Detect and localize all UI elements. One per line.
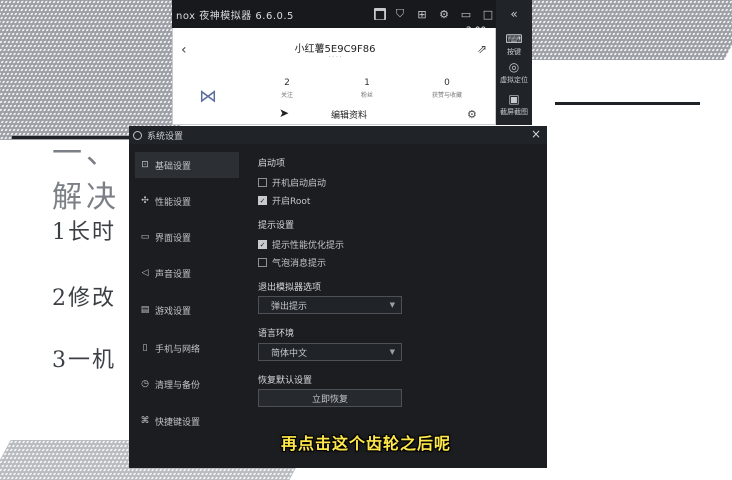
stat-label: 关注 bbox=[280, 92, 293, 99]
location-icon: ◎ bbox=[508, 60, 520, 74]
performance-icon: ✣ bbox=[141, 196, 149, 206]
nav-item-label: 性能设置 bbox=[155, 197, 192, 208]
section-title-exit: 退出模拟器选项 bbox=[258, 283, 322, 293]
nav-item-performance[interactable]: ✣ 性能设置 bbox=[135, 188, 239, 214]
dialog-header: 系统设置 × bbox=[129, 126, 547, 144]
option-bubble-tip[interactable]: 气泡消息提示 bbox=[258, 256, 326, 269]
stat-value: 2 bbox=[284, 78, 290, 88]
edit-profile-button[interactable]: 编辑资料 bbox=[331, 108, 367, 121]
chevron-down-icon: ▼ bbox=[389, 301, 395, 309]
settings-dialog: 系统设置 × ⊡ 基础设置 ✣ 性能设置 ▭ 界面设置 ◁ 声音设置 ▤ 游戏设… bbox=[129, 126, 547, 468]
status-time: 2:00 bbox=[466, 26, 487, 36]
nav-item-clean-backup[interactable]: ◷ 清理与备份 bbox=[135, 371, 239, 397]
root-checkbox[interactable]: ✓ bbox=[258, 196, 267, 205]
basic-settings-icon: ⊡ bbox=[141, 160, 149, 170]
chevron-down-icon: ▼ bbox=[389, 348, 395, 356]
shortcut-icon: ⌘ bbox=[140, 416, 150, 426]
sidebar-label: 截屏截图 bbox=[500, 108, 528, 116]
nav-item-basic[interactable]: ⊡ 基础设置 bbox=[135, 152, 239, 178]
sidebar-label: 虚拟定位 bbox=[500, 76, 528, 84]
nav-item-phone-network[interactable]: ▯ 手机与网络 bbox=[135, 335, 239, 361]
emulator-titlebar: nox 夜神模拟器 6.6.0.5 ■ ⛉ ⊞ ⚙ ▭ □ bbox=[172, 0, 500, 28]
slide-heading: 一、 bbox=[52, 136, 120, 171]
profile-subtext: · · · · bbox=[328, 54, 342, 61]
stat-following[interactable]: 2 关注 bbox=[257, 78, 317, 99]
select-value: 弹出提示 bbox=[271, 301, 308, 312]
slide-heading: 解决 bbox=[52, 180, 120, 215]
video-subtitle: 再点击这个齿轮之后呢 bbox=[280, 434, 451, 453]
gear-icon[interactable]: ⚙ bbox=[467, 108, 477, 121]
backup-icon: ◷ bbox=[141, 379, 149, 389]
section-title-tips: 提示设置 bbox=[258, 221, 295, 231]
decor-line bbox=[555, 102, 700, 105]
slide-point: 2修改 bbox=[52, 286, 116, 311]
option-boot-autostart[interactable]: 开机启动启动 bbox=[258, 176, 326, 189]
boot-autostart-checkbox[interactable] bbox=[258, 178, 267, 187]
section-title-startup: 启动项 bbox=[258, 159, 286, 169]
sidebar-button-keyboard[interactable]: ⌨ 按键 bbox=[496, 32, 532, 57]
nav-item-label: 基础设置 bbox=[155, 161, 192, 172]
screenshot-icon: ▣ bbox=[508, 92, 520, 106]
bubble-tip-checkbox[interactable] bbox=[258, 258, 267, 267]
stat-likes[interactable]: 0 获赞与收藏 bbox=[417, 78, 477, 99]
language-select[interactable]: 简体中文 ▼ bbox=[258, 343, 402, 361]
emulator-title: nox 夜神模拟器 6.6.0.5 bbox=[176, 10, 294, 22]
settings-icon[interactable]: ⚙ bbox=[436, 6, 452, 22]
nav-item-label: 清理与备份 bbox=[155, 380, 201, 391]
sidebar-button-screenshot[interactable]: ▣ 截屏截图 bbox=[496, 92, 532, 117]
interface-icon: ▭ bbox=[140, 232, 150, 242]
close-icon[interactable]: × bbox=[531, 127, 541, 141]
nav-item-label: 游戏设置 bbox=[155, 306, 192, 317]
sound-icon: ◁ bbox=[141, 268, 149, 278]
slide-point: 3一机 bbox=[52, 348, 116, 373]
minimize-icon[interactable]: ▭ bbox=[458, 6, 474, 22]
restore-icon[interactable]: □ bbox=[480, 6, 496, 22]
option-label: 气泡消息提示 bbox=[272, 259, 327, 269]
nav-item-label: 手机与网络 bbox=[155, 344, 201, 355]
game-icon: ▤ bbox=[140, 305, 150, 315]
option-perf-tip[interactable]: ✓ 提示性能优化提示 bbox=[258, 238, 344, 251]
nox-logo-icon bbox=[133, 130, 142, 140]
nav-item-interface[interactable]: ▭ 界面设置 bbox=[135, 224, 239, 250]
nav-item-label: 声音设置 bbox=[155, 269, 192, 280]
sidebar-button-location[interactable]: ◎ 虚拟定位 bbox=[496, 60, 532, 85]
slide-point: 1长时 bbox=[52, 220, 116, 245]
collapse-sidebar-icon[interactable]: « bbox=[496, 0, 532, 28]
shirt-icon[interactable]: ⛉ bbox=[392, 6, 408, 22]
mouse-cursor-icon: ➤ bbox=[279, 106, 290, 120]
stat-followers[interactable]: 1 粉丝 bbox=[337, 78, 397, 99]
stat-value: 0 bbox=[444, 78, 450, 88]
android-screen: ‹ 小红薯5E9C9F86 · · · · ⇗ ⋈ 2 关注 1 粉丝 0 获赞… bbox=[172, 28, 496, 125]
option-label: 开机启动启动 bbox=[272, 179, 327, 189]
settings-nav: ⊡ 基础设置 ✣ 性能设置 ▭ 界面设置 ◁ 声音设置 ▤ 游戏设置 ▯ 手机与… bbox=[135, 146, 239, 468]
emulator-sidebar: « ⌨ 按键 ◎ 虚拟定位 ▣ 截屏截图 bbox=[496, 0, 532, 125]
stat-value: 1 bbox=[364, 78, 370, 88]
exit-option-select[interactable]: 弹出提示 ▼ bbox=[258, 296, 402, 314]
nav-item-game[interactable]: ▤ 游戏设置 bbox=[135, 297, 239, 323]
sidebar-label: 按键 bbox=[507, 48, 521, 56]
keyboard-icon: ⌨ bbox=[505, 32, 523, 46]
share-icon[interactable]: ⇗ bbox=[477, 42, 487, 56]
gift-icon[interactable]: ⊞ bbox=[414, 6, 430, 22]
nav-item-label: 界面设置 bbox=[155, 233, 192, 244]
nav-item-label: 快捷键设置 bbox=[155, 417, 201, 428]
perf-tip-checkbox[interactable]: ✓ bbox=[258, 240, 267, 249]
nav-item-sound[interactable]: ◁ 声音设置 bbox=[135, 260, 239, 286]
profile-name: 小红薯5E9C9F86 bbox=[294, 44, 376, 55]
stat-label: 获赞与收藏 bbox=[431, 92, 462, 99]
stat-label: 粉丝 bbox=[360, 92, 373, 99]
avatar[interactable]: ⋈ bbox=[199, 86, 217, 107]
option-label: 开启Root bbox=[272, 197, 311, 207]
dialog-title: 系统设置 bbox=[147, 131, 184, 142]
select-value: 简体中文 bbox=[271, 348, 308, 359]
option-root[interactable]: ✓ 开启Root bbox=[258, 194, 310, 207]
section-title-language: 语言环境 bbox=[258, 329, 295, 339]
restore-now-button[interactable]: 立即恢复 bbox=[258, 389, 402, 407]
multi-instance-icon[interactable]: ■ bbox=[374, 8, 386, 21]
phone-icon: ▯ bbox=[142, 343, 148, 353]
option-label: 提示性能优化提示 bbox=[272, 241, 345, 251]
section-title-restore: 恢复默认设置 bbox=[258, 376, 313, 386]
